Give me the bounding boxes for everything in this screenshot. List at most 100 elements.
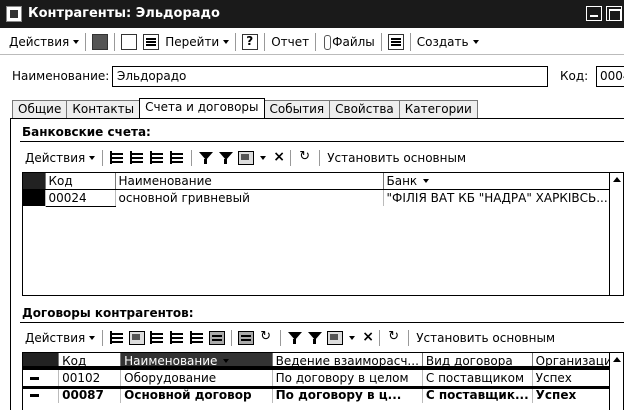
delete-row-icon[interactable] [169, 151, 185, 165]
chevron-down-icon [89, 336, 96, 340]
row-marker [23, 386, 60, 403]
goto-menu[interactable]: Перейти [162, 31, 232, 53]
print-button[interactable] [385, 31, 407, 53]
move-to-group-icon[interactable] [258, 329, 274, 345]
toolbar-separator [379, 330, 381, 346]
goto-menu-label: Перейти [165, 34, 220, 49]
toolbar-separator [191, 150, 193, 166]
column-header-code[interactable]: Код [58, 353, 122, 370]
tab-events[interactable]: События [263, 100, 331, 118]
code-label: Код: [560, 69, 589, 83]
mark-deletion-icon[interactable] [209, 331, 226, 345]
add-row-icon[interactable] [109, 331, 125, 345]
chevron-down-icon[interactable] [349, 336, 356, 340]
minimize-button[interactable] [586, 6, 602, 21]
cell-bank[interactable]: "ФІЛІЯ ВАТ КБ "НАДРА" ХАРКІВСЬ... [383, 189, 612, 206]
toolbar-separator [409, 32, 411, 51]
vertical-scrollbar[interactable] [609, 173, 623, 295]
filter-icon[interactable] [198, 151, 214, 165]
bank-actions-menu[interactable]: Действия [22, 147, 98, 169]
save-close-button[interactable] [89, 31, 111, 53]
hierarchy-icon[interactable] [238, 331, 255, 345]
actions-menu[interactable]: Действия [6, 31, 82, 53]
bank-set-main-button[interactable]: Установить основным [324, 147, 469, 169]
filter-by-value-icon[interactable] [307, 331, 323, 345]
row-marker [23, 189, 46, 206]
maximize-button[interactable] [606, 6, 622, 21]
scroll-up-icon[interactable] [613, 357, 621, 362]
copy-row-icon[interactable] [129, 151, 145, 165]
chevron-down-icon [472, 39, 479, 44]
clear-filter-icon[interactable] [268, 149, 285, 165]
edit-row-icon[interactable] [149, 151, 165, 165]
tab-accounts-contracts[interactable]: Счета и договоры [139, 98, 265, 118]
column-header-kind[interactable]: Вид договора [422, 353, 533, 370]
create-menu-label: Создать [416, 34, 469, 49]
cell-code[interactable]: 00024 [44, 188, 116, 207]
row-marker [23, 369, 60, 386]
window-title: Контрагенты: Эльдорадо [28, 6, 220, 21]
chevron-down-icon[interactable] [260, 156, 267, 160]
cell-name[interactable]: основной гривневый [115, 189, 384, 206]
table-row[interactable]: 00087 Основной договор По договору в ц..… [23, 386, 623, 403]
filter-by-value-icon[interactable] [218, 151, 234, 165]
toolbar-separator [85, 32, 87, 51]
tab-general[interactable]: Общие [12, 100, 68, 118]
scroll-up-icon[interactable] [613, 177, 621, 182]
name-row: Наименование: Эльдорадо Код: 0004 [0, 64, 624, 88]
table-row[interactable]: 00024 основной гривневый "ФІЛІЯ ВАТ КБ "… [23, 188, 612, 207]
help-button[interactable] [239, 31, 261, 53]
section-divider [20, 322, 624, 323]
filter-history-icon[interactable] [238, 151, 255, 165]
cell-settlement[interactable]: По договору в целом [272, 369, 423, 386]
contracts-title: Договоры контрагентов: [22, 306, 194, 320]
contracts-actions-menu[interactable]: Действия [22, 327, 98, 349]
copy-row-icon[interactable] [149, 331, 165, 345]
column-header-name[interactable]: Наименование [115, 173, 384, 190]
tab-properties[interactable]: Свойства [329, 100, 400, 118]
edit-row-icon[interactable] [169, 331, 185, 345]
help-icon [242, 33, 259, 50]
delete-row-icon[interactable] [189, 331, 205, 345]
refresh-icon[interactable] [297, 149, 313, 165]
cell-name[interactable]: Основной договор [120, 386, 273, 403]
contracts-set-main-button[interactable]: Установить основным [413, 327, 558, 349]
code-input[interactable]: 0004 [596, 66, 624, 87]
cell-code[interactable]: 00087 [58, 386, 122, 403]
cell-kind[interactable]: С поставщик... [422, 386, 533, 403]
filter-history-icon[interactable] [327, 331, 344, 345]
chevron-down-icon [89, 156, 96, 160]
title-bar: Контрагенты: Эльдорадо [0, 0, 624, 28]
contracts-grid: Код Наименование Ведение взаиморасч... В… [22, 352, 624, 410]
toolbar-separator [114, 32, 116, 51]
structure-button[interactable] [140, 31, 162, 53]
cell-kind[interactable]: С поставщиком [422, 369, 533, 386]
column-header-code[interactable]: Код [45, 173, 116, 190]
name-input[interactable]: Эльдорадо [112, 66, 548, 87]
clear-filter-icon[interactable] [357, 329, 374, 345]
refresh-icon[interactable] [386, 329, 402, 345]
tab-contacts[interactable]: Контакты [66, 100, 141, 118]
chevron-down-icon [223, 39, 230, 44]
paperclip-icon [322, 33, 333, 50]
filter-icon[interactable] [287, 331, 303, 345]
vertical-scrollbar[interactable] [609, 353, 623, 410]
create-menu[interactable]: Создать [414, 31, 482, 53]
add-group-icon[interactable] [129, 331, 146, 345]
report-button[interactable]: Отчет [268, 31, 312, 53]
files-button[interactable]: Файлы [319, 31, 378, 53]
column-header-name[interactable]: Наименование [120, 353, 273, 370]
tab-categories[interactable]: Категории [398, 100, 478, 118]
column-header-bank[interactable]: Банк [383, 173, 612, 190]
table-row[interactable]: 00102 Оборудование По договору в целом С… [23, 366, 623, 389]
column-header-settlement[interactable]: Ведение взаиморасч... [272, 353, 423, 370]
toolbar-separator [235, 32, 237, 51]
cell-name[interactable]: Оборудование [120, 368, 273, 387]
refresh-button[interactable] [118, 31, 140, 53]
cell-code[interactable]: 00102 [58, 369, 122, 386]
toolbar-separator [319, 150, 321, 166]
contracts-table: Код Наименование Ведение взаиморасч... В… [23, 353, 623, 403]
add-row-icon[interactable] [109, 151, 125, 165]
row-marker-header [23, 173, 46, 190]
cell-settlement[interactable]: По договору в ц... [272, 386, 423, 403]
